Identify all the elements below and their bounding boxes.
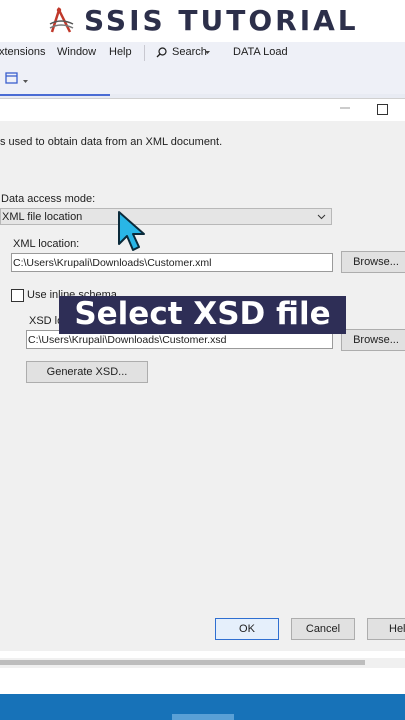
menu-item-extensions[interactable]: xtensions <box>0 46 45 58</box>
generate-xsd-button[interactable]: Generate XSD... <box>26 361 148 383</box>
search-menu[interactable]: Search <box>172 46 207 58</box>
menu-bar: xtensions Window Help Search DATA Load <box>0 42 405 64</box>
solution-name: DATA Load <box>233 46 288 58</box>
chevron-down-icon <box>205 51 210 54</box>
chevron-down-icon <box>317 214 326 220</box>
xsd-browse-button[interactable]: Browse... <box>341 329 405 351</box>
help-button[interactable]: Help <box>367 618 405 640</box>
cancel-button[interactable]: Cancel <box>291 618 355 640</box>
xml-location-label: XML location: <box>13 238 80 250</box>
data-access-mode-select[interactable]: XML file location <box>0 208 332 225</box>
ssis-logo-icon <box>49 6 74 33</box>
active-tab-indicator <box>0 94 110 96</box>
xml-location-input[interactable] <box>11 253 333 272</box>
toolbar <box>0 64 405 94</box>
data-access-mode-value: XML file location <box>2 211 83 223</box>
scrollbar-thumb[interactable] <box>0 660 365 665</box>
use-inline-schema-checkbox[interactable] <box>11 289 24 302</box>
data-access-mode-label: Data access mode: <box>1 193 96 205</box>
minimize-icon[interactable] <box>340 103 350 113</box>
xml-source-editor-dialog: s used to obtain data from an XML docume… <box>0 98 405 651</box>
dialog-titlebar <box>0 99 405 121</box>
menu-divider <box>144 45 145 61</box>
menu-item-window[interactable]: Window <box>57 46 96 58</box>
banner-title: SSIS TUTORIAL <box>84 4 359 37</box>
toolbar-window-icon[interactable] <box>5 71 29 87</box>
xml-browse-button[interactable]: Browse... <box>341 251 405 273</box>
menu-item-help[interactable]: Help <box>109 46 132 58</box>
tutorial-banner: SSIS TUTORIAL <box>0 0 405 42</box>
maximize-icon[interactable] <box>377 104 388 115</box>
ok-button[interactable]: OK <box>215 618 279 640</box>
taskbar-active-app-indicator[interactable] <box>172 714 234 720</box>
mouse-pointer-icon <box>118 211 145 251</box>
search-icon[interactable] <box>156 47 167 58</box>
dialog-description: s used to obtain data from an XML docume… <box>0 136 223 148</box>
caption-overlay: Select XSD file <box>59 296 346 334</box>
